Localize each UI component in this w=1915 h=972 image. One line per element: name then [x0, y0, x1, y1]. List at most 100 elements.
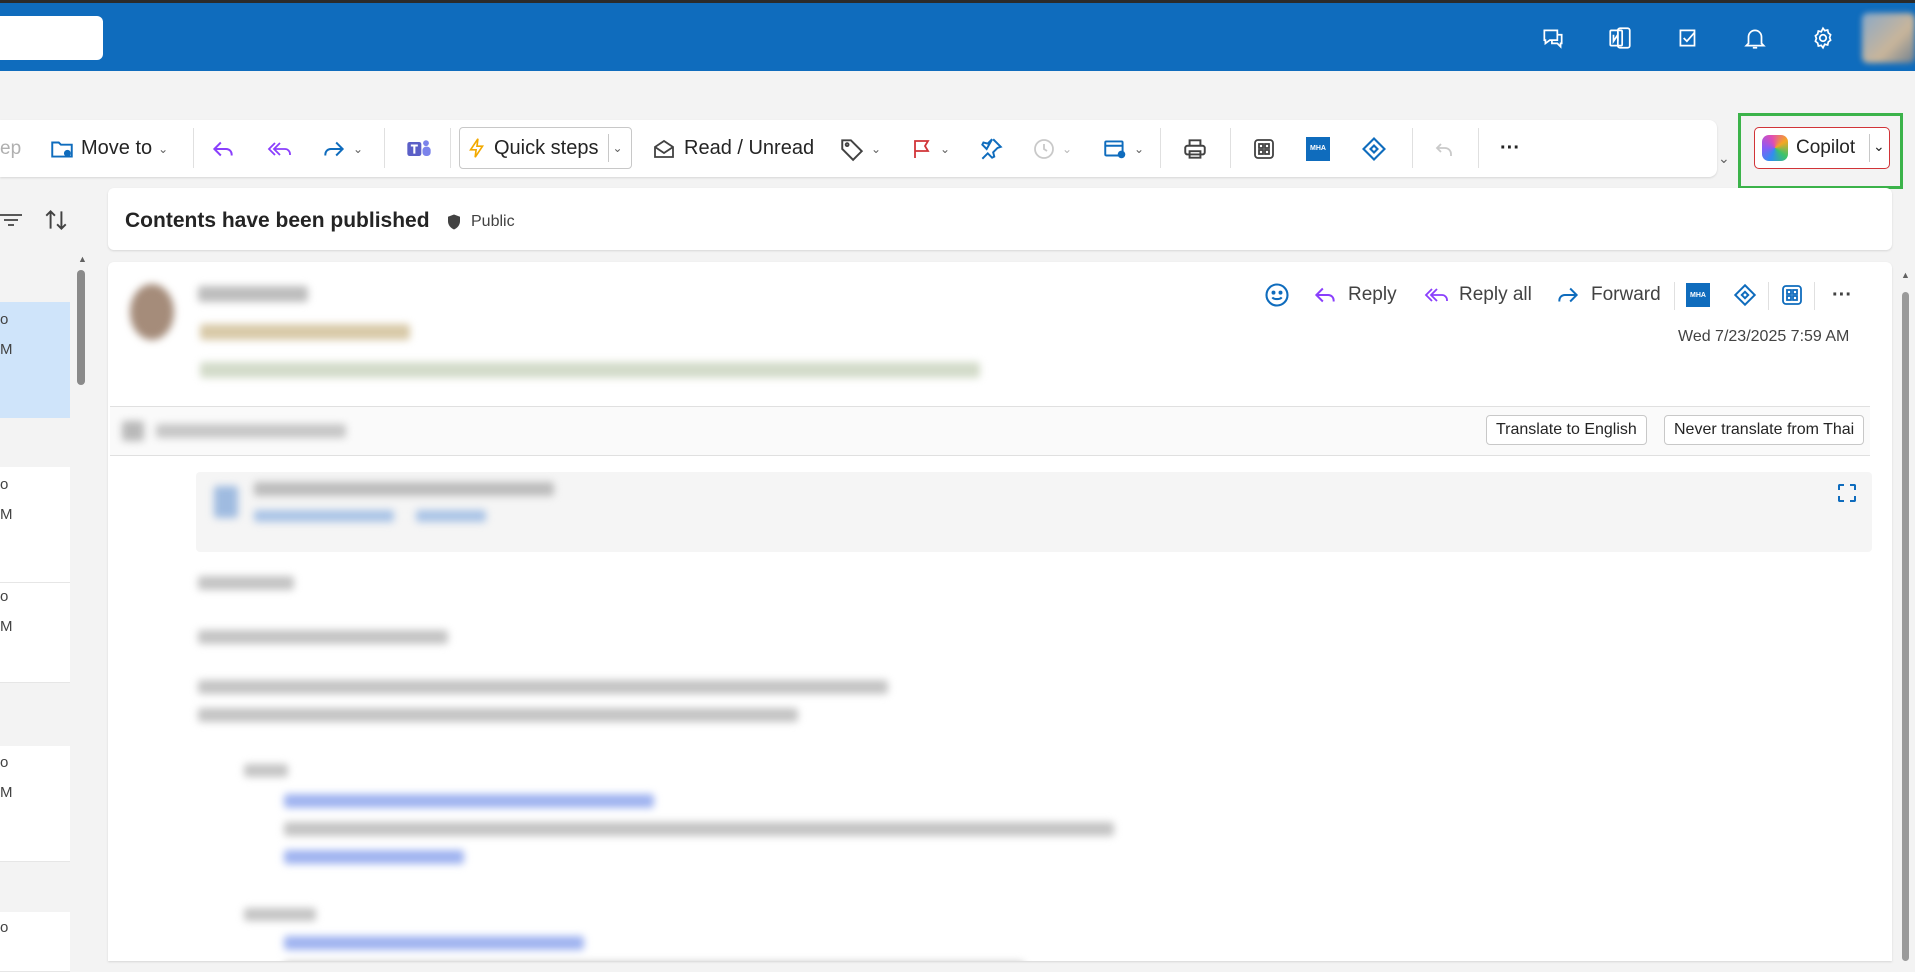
apps-grid-icon — [1254, 138, 1274, 159]
lightning-icon — [469, 138, 485, 158]
mha-addin-button[interactable]: MHA — [1306, 120, 1330, 177]
flag-button[interactable]: ⌄ — [910, 120, 950, 177]
forward-label: Forward — [1591, 284, 1661, 305]
ribbon-collapse-chevron-icon[interactable]: ⌄ — [1718, 150, 1730, 167]
chevron-down-icon[interactable]: ⌄ — [940, 142, 950, 156]
expand-icon[interactable] — [1838, 484, 1856, 502]
read-unread-button[interactable]: Read / Unread — [652, 120, 814, 177]
ribbon-toolbar: ep Move to ⌄ ⌄ Quick steps ⌄ Read / Unre… — [0, 120, 1717, 177]
message-subject: Contents have been published — [125, 209, 430, 232]
pin-icon — [981, 138, 1003, 159]
chevron-down-icon[interactable]: ⌄ — [871, 142, 881, 156]
bell-icon[interactable] — [1740, 23, 1770, 53]
divider — [1869, 134, 1870, 162]
chevron-down-icon[interactable]: ⌄ — [1062, 142, 1072, 156]
more-actions-button[interactable]: ··· — [1832, 280, 1852, 310]
list-scrollbar[interactable]: ▲ — [77, 254, 87, 950]
divider — [608, 134, 609, 162]
list-item[interactable]: o M — [0, 302, 70, 418]
todo-icon[interactable] — [1673, 23, 1703, 53]
undo-button[interactable] — [1432, 120, 1456, 177]
mail-rules-icon — [1104, 139, 1126, 158]
addin-link-button[interactable] — [1732, 280, 1758, 310]
chevron-down-icon[interactable]: ⌄ — [612, 141, 622, 155]
filter-icon[interactable] — [0, 208, 24, 232]
never-translate-button[interactable]: Never translate from Thai — [1664, 415, 1865, 445]
onenote-icon[interactable] — [1605, 23, 1635, 53]
sort-icon[interactable] — [43, 207, 69, 233]
forward-icon — [324, 141, 345, 156]
gear-icon[interactable] — [1808, 23, 1838, 53]
divider — [384, 128, 385, 168]
quick-steps-label: Quick steps — [494, 136, 599, 159]
teams-button[interactable] — [405, 120, 433, 177]
clock-icon — [1034, 138, 1054, 159]
snooze-button[interactable]: ⌄ — [1032, 120, 1072, 177]
print-button[interactable] — [1182, 120, 1208, 177]
app-header — [0, 3, 1915, 71]
sensitivity-label[interactable]: Public — [445, 212, 515, 232]
addin-link-button[interactable] — [1360, 120, 1388, 177]
reading-pane: Reply Reply all Forward MHA ··· Wed 7/23… — [108, 262, 1892, 961]
message-list-header — [0, 188, 90, 252]
forward-button[interactable]: Forward — [1555, 280, 1661, 310]
shield-icon — [448, 214, 460, 230]
attachment-card — [196, 472, 1872, 552]
emoji-button[interactable] — [1263, 280, 1291, 310]
link-diamond-icon — [1362, 136, 1386, 161]
read-unread-label: Read / Unread — [684, 137, 815, 159]
categorize-button[interactable]: ⌄ — [839, 120, 881, 177]
search-input[interactable] — [0, 16, 103, 60]
rules-button[interactable]: ⌄ — [1102, 120, 1144, 177]
divider — [193, 128, 194, 168]
quick-steps-button[interactable]: Quick steps ⌄ — [459, 127, 632, 169]
divider — [450, 128, 451, 168]
copilot-label: Copilot — [1796, 137, 1856, 158]
envelope-open-icon — [654, 139, 674, 158]
chevron-down-icon[interactable]: ⌄ — [1134, 142, 1144, 156]
copilot-button[interactable]: Copilot ⌄ — [1754, 127, 1890, 169]
forward-button[interactable]: ⌄ — [321, 120, 363, 177]
translate-button[interactable]: Translate to English — [1486, 415, 1647, 445]
message-list: o M o M o M o M o ▲ — [0, 188, 90, 972]
list-item[interactable]: o — [0, 912, 70, 972]
divider — [1814, 282, 1815, 310]
reply-all-button[interactable]: Reply all — [1423, 280, 1532, 310]
reply-button[interactable] — [210, 120, 236, 177]
reply-label: Reply — [1348, 284, 1397, 305]
pin-button[interactable] — [978, 120, 1004, 177]
divider — [1230, 128, 1231, 168]
avatar[interactable] — [1862, 13, 1915, 63]
list-item[interactable]: o M — [0, 467, 70, 583]
divider — [1768, 282, 1769, 310]
more-options-button[interactable]: ··· — [1500, 120, 1520, 177]
copilot-logo-icon — [1762, 135, 1788, 161]
apps-grid-icon — [1782, 285, 1802, 305]
apps-button[interactable] — [1252, 120, 1276, 177]
reply-button[interactable]: Reply — [1312, 280, 1397, 310]
folder-move-icon — [51, 141, 73, 158]
divider — [1674, 282, 1675, 310]
tag-icon — [841, 138, 864, 161]
chat-icon[interactable] — [1538, 23, 1568, 53]
mha-badge-icon: MHA — [1686, 283, 1710, 307]
chevron-down-icon[interactable]: ⌄ — [1873, 138, 1885, 155]
reading-pane-scrollbar[interactable]: ▲ — [1898, 262, 1912, 961]
mha-addin-button[interactable]: MHA — [1686, 280, 1710, 310]
to-line — [200, 324, 410, 340]
sender-avatar — [130, 284, 174, 340]
undo-icon — [1435, 142, 1452, 156]
mha-badge-icon: MHA — [1306, 136, 1330, 161]
apps-button[interactable] — [1780, 280, 1804, 310]
chevron-down-icon[interactable]: ⌄ — [353, 142, 363, 156]
forward-icon — [1558, 287, 1579, 303]
sweep-button-partial[interactable]: ep — [0, 120, 21, 177]
list-item[interactable]: o M — [0, 583, 70, 683]
move-to-button[interactable]: Move to ⌄ — [49, 120, 168, 177]
reply-all-button[interactable] — [266, 120, 294, 177]
chevron-down-icon[interactable]: ⌄ — [158, 142, 168, 156]
reply-all-label: Reply all — [1459, 284, 1532, 305]
move-to-label: Move to — [81, 137, 153, 159]
cc-line — [200, 362, 980, 378]
list-item[interactable]: o M — [0, 746, 70, 862]
